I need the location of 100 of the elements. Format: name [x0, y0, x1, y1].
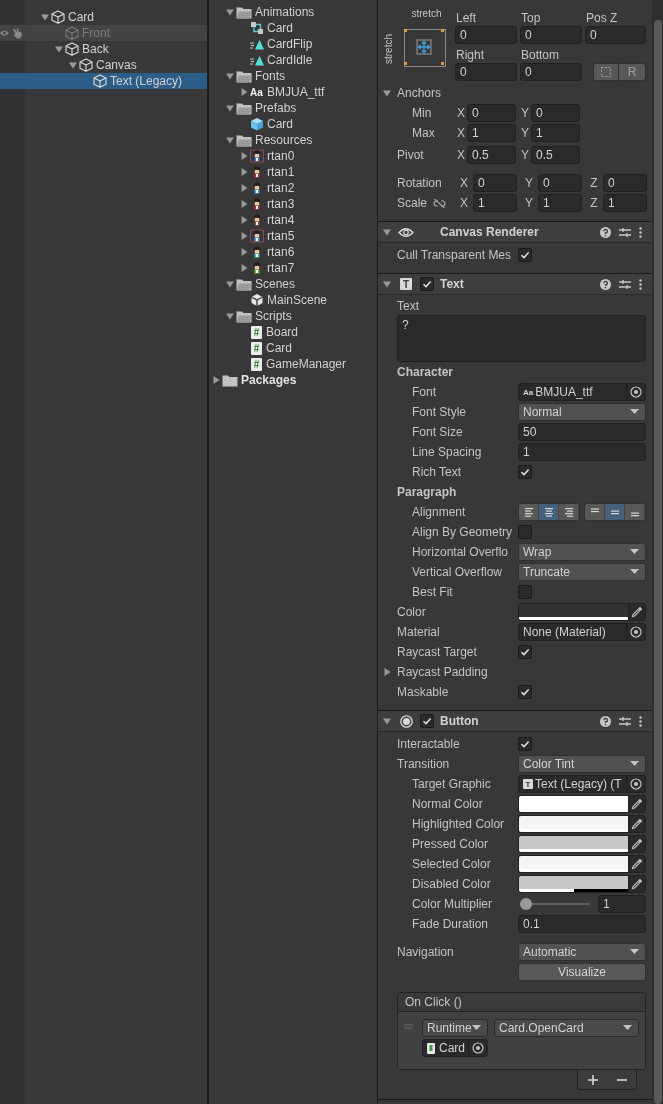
arrow-right-icon[interactable]	[240, 232, 248, 240]
eyedropper-icon[interactable]	[631, 818, 643, 830]
asset-item[interactable]: BMJUA_ttf	[267, 85, 325, 99]
number-field[interactable]: 0	[531, 104, 580, 122]
color-swatch[interactable]	[518, 875, 628, 893]
more-options-icon[interactable]	[639, 226, 642, 238]
number-field[interactable]: 0	[585, 26, 646, 44]
arrow-down-icon[interactable]	[226, 8, 234, 16]
arrow-down-icon[interactable]	[226, 280, 234, 288]
align-right-button[interactable]	[559, 504, 579, 520]
asset-item[interactable]: CardIdle	[267, 53, 313, 67]
arrow-down-icon[interactable]	[383, 717, 391, 725]
eyedropper-icon[interactable]	[631, 838, 643, 850]
asset-item[interactable]: Prefabs	[255, 101, 297, 115]
align-bottom-button[interactable]	[625, 504, 645, 520]
checkbox[interactable]	[518, 525, 532, 539]
align-left-button[interactable]	[519, 504, 539, 520]
hierarchy-item[interactable]: Card	[68, 10, 94, 24]
checkbox[interactable]	[518, 248, 532, 262]
asset-item[interactable]: rtan1	[267, 165, 295, 179]
asset-item[interactable]: Resources	[255, 133, 313, 147]
arrow-right-icon[interactable]	[383, 668, 391, 676]
asset-item[interactable]: rtan3	[267, 197, 295, 211]
number-field[interactable]: 0	[520, 63, 582, 81]
help-icon[interactable]	[600, 278, 611, 290]
arrow-down-icon[interactable]	[55, 45, 63, 53]
arrow-right-icon[interactable]	[240, 248, 248, 256]
color-swatch[interactable]	[518, 815, 628, 833]
preset-icon[interactable]	[619, 226, 631, 238]
unlink-icon[interactable]	[433, 197, 447, 209]
arrow-right-icon[interactable]	[240, 184, 248, 192]
dropdown[interactable]: Wrap	[518, 543, 646, 561]
eyedropper-icon[interactable]	[631, 798, 643, 810]
eyedropper-icon[interactable]	[631, 858, 643, 870]
eyedropper-icon[interactable]	[631, 606, 643, 618]
number-field[interactable]: 0	[520, 26, 582, 44]
checkbox[interactable]	[518, 685, 532, 699]
align-middle-button[interactable]	[605, 504, 625, 520]
arrow-right-icon[interactable]	[240, 264, 248, 272]
asset-item[interactable]: rtan4	[267, 213, 295, 227]
hierarchy-item[interactable]: Back	[82, 42, 109, 56]
arrow-right-icon[interactable]	[240, 152, 248, 160]
anchor-preset-button[interactable]	[404, 29, 446, 67]
number-field[interactable]: 0.5	[467, 146, 516, 164]
asset-item[interactable]: Scripts	[255, 309, 292, 323]
color-swatch[interactable]	[518, 603, 628, 621]
asset-item[interactable]: Card	[266, 341, 292, 355]
arrow-right-icon[interactable]	[240, 88, 248, 96]
input-field[interactable]: 1	[518, 443, 646, 461]
asset-item[interactable]: CardFlip	[267, 37, 313, 51]
color-swatch[interactable]	[518, 835, 628, 853]
arrow-down-icon[interactable]	[383, 228, 391, 236]
asset-item[interactable]: Scenes	[255, 277, 296, 291]
visualize-button[interactable]: Visualize	[518, 963, 646, 981]
asset-item[interactable]: rtan0	[267, 149, 295, 163]
add-button[interactable]	[585, 1072, 600, 1087]
checkbox[interactable]	[518, 737, 532, 751]
more-options-icon[interactable]	[639, 715, 642, 727]
asset-item[interactable]: rtan7	[267, 261, 295, 275]
asset-item[interactable]: rtan5	[267, 229, 295, 243]
arrow-down-icon[interactable]	[383, 89, 391, 97]
arrow-right-icon[interactable]	[240, 216, 248, 224]
asset-item[interactable]: GameManager	[266, 357, 347, 371]
blueprint-mode-button[interactable]	[593, 63, 619, 81]
asset-item[interactable]: Card	[267, 117, 293, 131]
number-field[interactable]: 0	[455, 63, 517, 81]
more-options-icon[interactable]	[639, 278, 642, 290]
dropdown[interactable]: Card.OpenCard	[494, 1019, 639, 1037]
number-field[interactable]: 0	[473, 174, 517, 192]
preset-icon[interactable]	[619, 278, 631, 290]
number-field[interactable]: 1	[473, 194, 517, 212]
number-field[interactable]: 0	[603, 174, 647, 192]
arrow-down-icon[interactable]	[226, 136, 234, 144]
input-field[interactable]: 50	[518, 423, 646, 441]
number-field[interactable]: 0	[467, 104, 516, 122]
arrow-right-icon[interactable]	[240, 168, 248, 176]
asset-item[interactable]: Card	[267, 21, 293, 35]
asset-item[interactable]: rtan6	[267, 245, 295, 259]
enable-checkbox[interactable]	[420, 277, 434, 291]
preset-icon[interactable]	[619, 715, 631, 727]
hierarchy-item[interactable]: Canvas	[96, 58, 137, 72]
foldout-label[interactable]: Anchors	[397, 86, 442, 100]
color-swatch[interactable]	[518, 795, 628, 813]
arrow-down-icon[interactable]	[226, 72, 234, 80]
foldout-label[interactable]: Raycast Padding	[397, 665, 488, 679]
number-field[interactable]: 0.5	[531, 146, 580, 164]
number-field[interactable]: 1	[603, 194, 647, 212]
help-icon[interactable]	[600, 226, 611, 238]
number-field[interactable]: 1	[467, 124, 516, 142]
arrow-down-icon[interactable]	[226, 312, 234, 320]
dropdown[interactable]: Runtime	[422, 1019, 488, 1037]
checkbox[interactable]	[518, 465, 532, 479]
input-field[interactable]: 1	[598, 895, 646, 913]
align-center-button[interactable]	[539, 504, 559, 520]
asset-item[interactable]: MainScene	[267, 293, 328, 307]
asset-item[interactable]: rtan2	[267, 181, 295, 195]
arrow-right-icon[interactable]	[240, 200, 248, 208]
text-area[interactable]: ?	[397, 315, 646, 362]
number-field[interactable]: 1	[531, 124, 580, 142]
number-field[interactable]: 0	[538, 174, 582, 192]
